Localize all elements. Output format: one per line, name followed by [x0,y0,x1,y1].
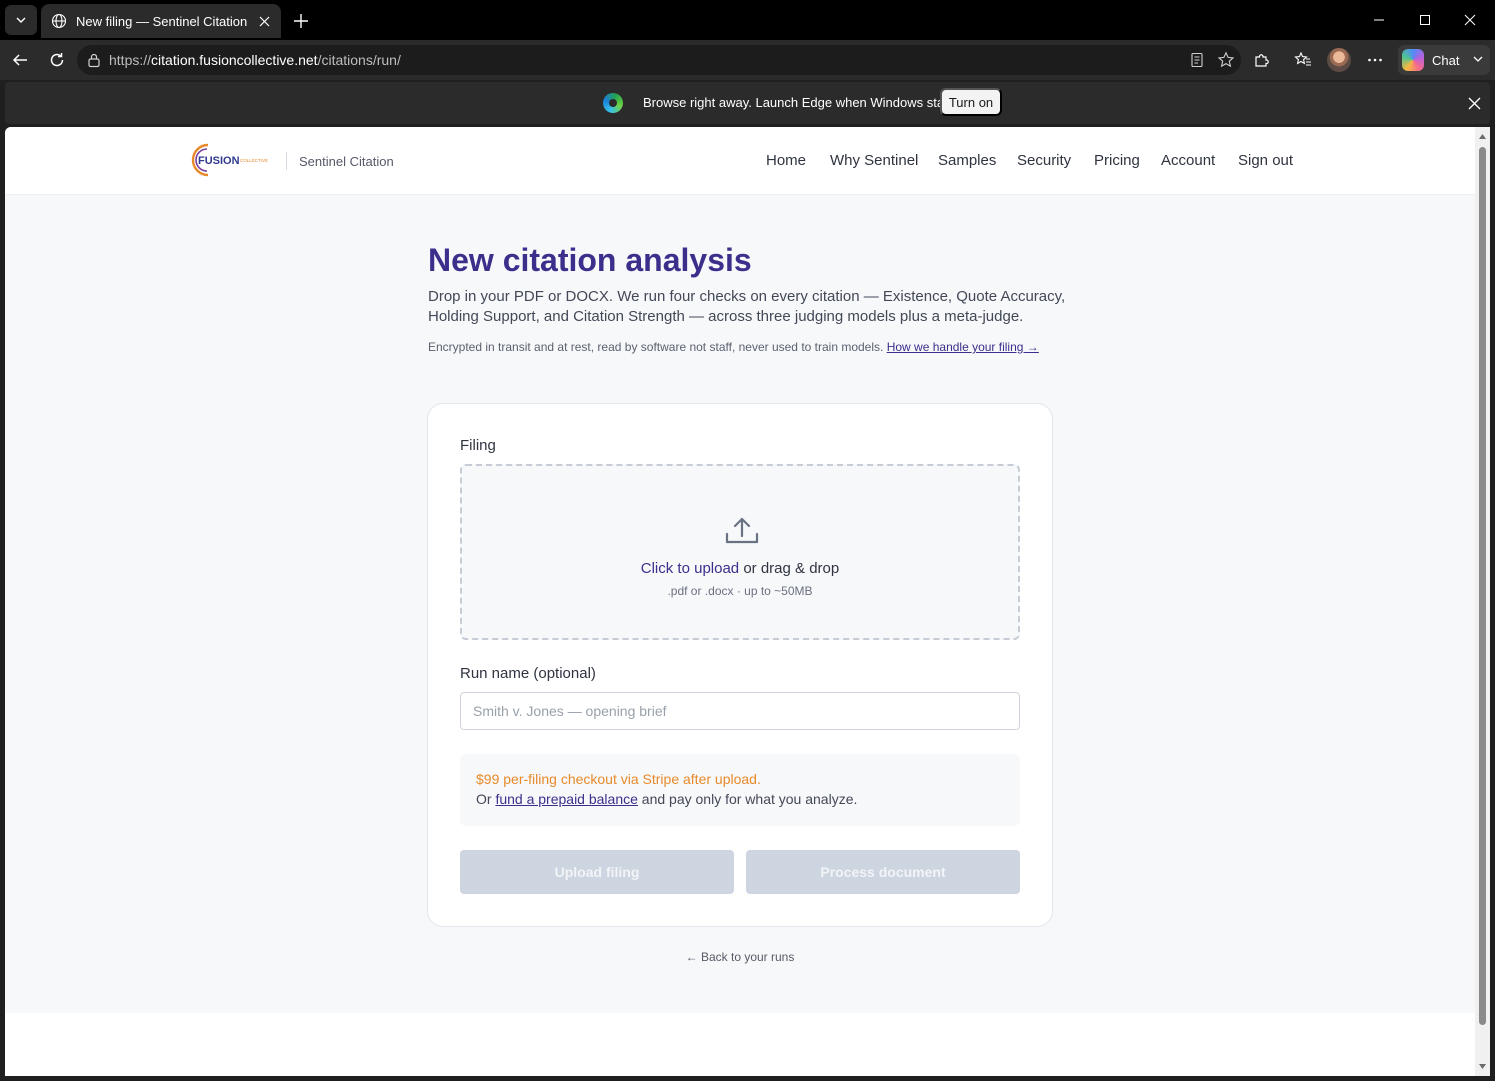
scroll-down-arrow-icon[interactable] [1478,1062,1487,1071]
per-filing-price-text: $99 per-filing checkout via Stripe after… [476,771,761,787]
address-bar[interactable]: https://citation.fusioncollective.net/ci… [77,45,1241,75]
plus-icon [294,14,308,28]
scrollbar-thumb[interactable] [1479,147,1486,1025]
click-to-upload-link[interactable]: Click to upload [641,560,739,577]
url-scheme: https:// [109,52,152,68]
nav-why-sentinel[interactable]: Why Sentinel [830,152,918,169]
edge-logo-icon [603,93,623,113]
reading-view-icon [1191,52,1203,68]
chat-label: Chat [1432,52,1460,68]
refresh-icon [50,53,64,67]
startup-boost-infobar: Browse right away. Launch Edge when Wind… [5,82,1490,124]
fusion-collective-logo[interactable]: FUSION COLLECTIVE [190,142,280,178]
nav-pricing[interactable]: Pricing [1094,152,1140,169]
fund-prepaid-balance-link[interactable]: fund a prepaid balance [495,791,637,807]
turn-on-button[interactable]: Turn on [940,88,1002,116]
nav-security[interactable]: Security [1017,152,1071,169]
close-icon [259,16,269,26]
profile-avatar[interactable] [1327,48,1351,72]
infobar-message: Browse right away. Launch Edge when Wind… [643,95,963,110]
url-text: https://citation.fusioncollective.net/ci… [109,52,401,68]
footer-area [5,1013,1475,1076]
page-viewport: FUSION COLLECTIVE Sentinel Citation Home… [5,127,1475,1076]
tab-actions-menu-button[interactable] [5,5,37,35]
logo-divider [286,152,287,170]
minimize-icon [1374,19,1384,21]
run-name-input[interactable] [460,692,1020,730]
alt-prefix: Or [476,791,496,807]
more-horizontal-icon [1368,58,1382,62]
window-close-button[interactable] [1460,10,1480,30]
lock-icon [88,53,100,68]
scroll-up-arrow-icon[interactable] [1478,132,1487,141]
chevron-down-icon [16,17,26,23]
privacy-note: Encrypted in transit and at rest, read b… [428,339,1048,355]
pricing-notice: $99 per-filing checkout via Stripe after… [460,754,1020,826]
url-path: /citations/run/ [317,52,401,68]
new-tab-button[interactable] [290,10,312,32]
back-button[interactable] [9,49,31,71]
favorites-icon [1294,51,1311,66]
logo-sub: COLLECTIVE [240,158,268,163]
page-scrollbar[interactable] [1475,127,1490,1076]
dropzone-hint: .pdf or .docx · up to ~50MB [667,584,813,598]
close-icon [1468,97,1480,109]
more-options-button[interactable] [1364,49,1386,71]
privacy-note-text: Encrypted in transit and at rest, read b… [428,340,884,354]
browser-tab-active[interactable]: New filing — Sentinel Citation [41,4,281,38]
back-to-runs-link[interactable]: ← Back to your runs [5,950,1475,964]
privacy-policy-link[interactable]: How we handle your filing → [887,340,1039,354]
alt-suffix: and pay only for what you analyze. [637,791,858,807]
logo-text: FUSION [198,155,240,167]
tab-close-button[interactable] [257,14,271,28]
star-icon [1217,51,1235,68]
puzzle-icon [1255,54,1269,67]
file-dropzone[interactable]: Click to upload or drag & drop .pdf or .… [460,464,1020,640]
favorite-star-button[interactable] [1216,50,1236,70]
maximize-button[interactable] [1415,10,1435,30]
site-header: FUSION COLLECTIVE Sentinel Citation Home… [5,127,1475,195]
url-host: citation.fusioncollective.net [151,52,318,68]
globe-icon [51,13,67,29]
nav-home[interactable]: Home [766,152,806,169]
upload-filing-button[interactable]: Upload filing [460,850,734,894]
reading-view-button[interactable] [1187,50,1207,70]
extensions-button[interactable] [1251,49,1273,71]
favorites-button[interactable] [1292,49,1314,71]
tab-title: New filing — Sentinel Citation [76,13,248,29]
upload-form-card: Filing Click to upload or drag & drop .p… [427,403,1053,927]
page-lead: Drop in your PDF or DOCX. We run four ch… [428,288,1066,325]
copilot-icon [1402,49,1424,71]
upload-icon [725,517,759,544]
nav-sign-out[interactable]: Sign out [1238,152,1293,169]
filing-label: Filing [460,437,496,454]
infobar-close-button[interactable] [1465,94,1483,112]
product-name: Sentinel Citation [299,154,394,169]
page-title: New citation analysis [428,242,752,278]
copilot-chat-button[interactable]: Chat [1398,45,1490,75]
refresh-button[interactable] [46,49,68,71]
nav-account[interactable]: Account [1161,152,1215,169]
nav-samples[interactable]: Samples [938,152,996,169]
arrow-left-icon [12,54,27,66]
drag-drop-text: or drag & drop [739,560,840,577]
close-icon [1464,14,1476,26]
prepaid-option-text: Or fund a prepaid balance and pay only f… [476,791,857,807]
dropzone-instructions: Click to upload or drag & drop [462,560,1018,577]
process-document-button[interactable]: Process document [746,850,1020,894]
chevron-down-icon [1473,56,1483,62]
maximize-icon [1420,15,1430,25]
run-name-label: Run name (optional) [460,665,596,682]
browser-titlebar: New filing — Sentinel Citation [0,0,1495,40]
minimize-button[interactable] [1369,10,1389,30]
